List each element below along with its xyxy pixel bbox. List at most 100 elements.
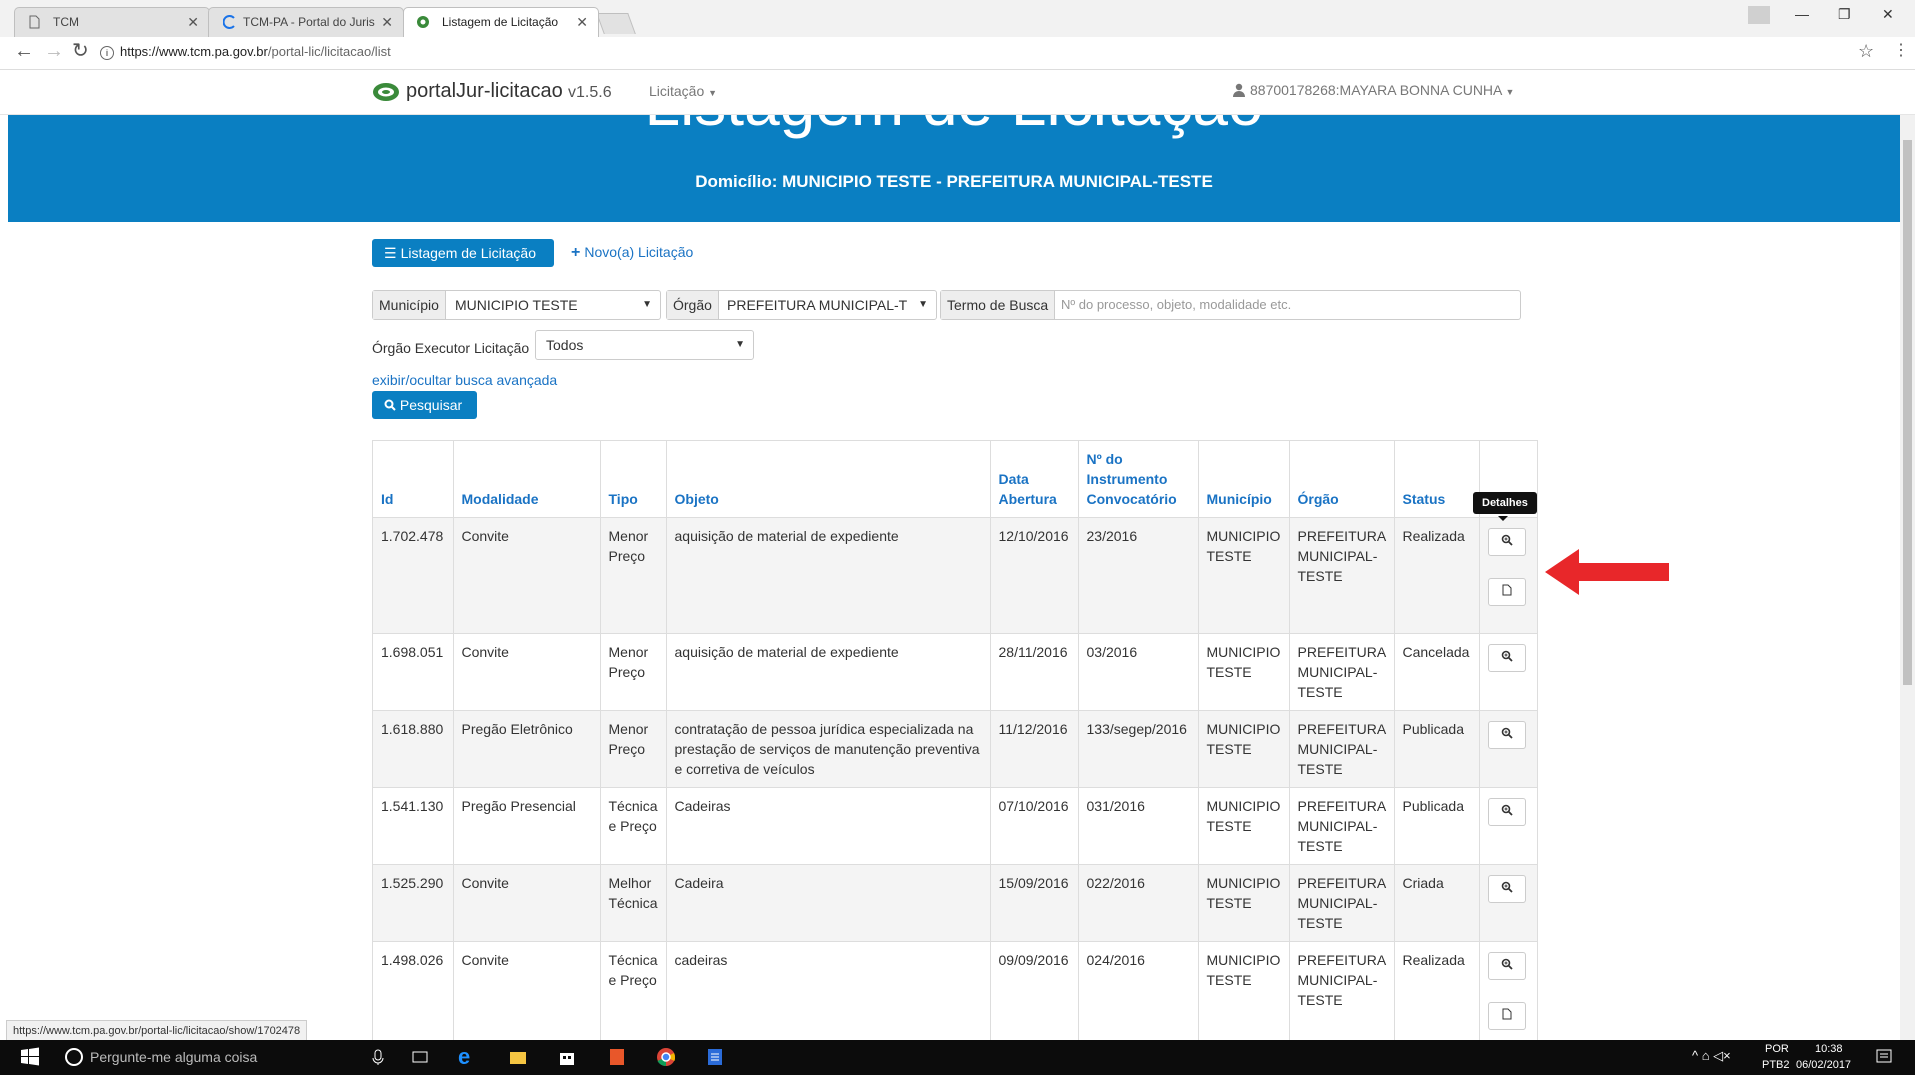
- red-arrow-icon: [1545, 549, 1669, 595]
- restore-icon[interactable]: ❐: [1838, 6, 1851, 23]
- close-tab-icon[interactable]: ✕: [576, 8, 588, 36]
- header-data-abertura[interactable]: Data Abertura: [990, 441, 1079, 518]
- close-tab-icon[interactable]: ✕: [381, 8, 393, 36]
- user-icon: [1233, 83, 1245, 97]
- action-center-icon[interactable]: [1874, 1047, 1894, 1067]
- orgao-select[interactable]: Órgão PREFEITURA MUNICIPAL-TE ▼: [666, 290, 937, 320]
- page-title: Listagem de Licitação: [8, 114, 1900, 140]
- system-tray-icons[interactable]: ^ ⌂ ◁×: [1692, 1048, 1731, 1064]
- header-id[interactable]: Id: [373, 441, 454, 518]
- cell-objeto: contratação de pessoa jurídica especiali…: [666, 710, 991, 788]
- page-scrollbar[interactable]: [1900, 70, 1915, 1040]
- document-button[interactable]: [1487, 1002, 1526, 1030]
- new-tab-button[interactable]: [596, 13, 636, 34]
- details-button[interactable]: [1487, 798, 1526, 826]
- details-button[interactable]: [1487, 644, 1526, 672]
- header-status[interactable]: Status: [1394, 441, 1480, 518]
- language-primary[interactable]: POR: [1765, 1043, 1789, 1055]
- clock-time[interactable]: 10:38: [1815, 1043, 1843, 1055]
- windows-start-icon[interactable]: [20, 1047, 40, 1067]
- browser-toolbar: ← → ↻ i https://www.tcm.pa.gov.br/portal-…: [0, 37, 1915, 70]
- office-icon[interactable]: [607, 1047, 627, 1067]
- header-orgao[interactable]: Órgão: [1289, 441, 1395, 518]
- executor-select[interactable]: Todos ▼: [535, 330, 754, 360]
- scrollbar-thumb[interactable]: [1903, 140, 1912, 685]
- cell-data: 28/11/2016: [990, 633, 1079, 711]
- user-name: 88700178268:MAYARA BONNA CUNHA: [1250, 82, 1502, 98]
- termo-busca-placeholder[interactable]: Nº do processo, objeto, modalidade etc.: [1061, 291, 1291, 319]
- municipio-value: MUNICIPIO TESTE: [455, 297, 578, 313]
- bookmark-star-icon[interactable]: ☆: [1858, 41, 1874, 61]
- reload-icon[interactable]: ↻: [72, 41, 89, 61]
- forward-icon[interactable]: →: [44, 41, 64, 61]
- chrome-icon[interactable]: [656, 1047, 676, 1067]
- executor-label: Órgão Executor Licitação: [372, 340, 530, 356]
- list-licitacao-button[interactable]: ☰ Listagem de Licitação: [372, 239, 554, 267]
- cell-id: 1.618.880: [373, 710, 454, 788]
- cell-tipo: Técnica e Preço: [600, 941, 667, 1041]
- task-view-icon[interactable]: [410, 1047, 430, 1067]
- header-num-line3: Convocatório: [1086, 491, 1177, 507]
- header-municipio[interactable]: Município: [1198, 441, 1290, 518]
- cell-objeto: aquisição de material de expediente: [666, 633, 991, 711]
- clock-date[interactable]: 06/02/2017: [1796, 1059, 1851, 1071]
- cell-municipio: MUNICIPIO TESTE: [1198, 710, 1290, 788]
- details-button[interactable]: [1487, 875, 1526, 903]
- brand-name[interactable]: portalJur-licitacao: [406, 80, 563, 103]
- details-button[interactable]: [1487, 528, 1526, 556]
- close-window-icon[interactable]: ✕: [1882, 6, 1894, 23]
- cell-status: Realizada: [1394, 517, 1480, 634]
- table-row: 1.541.130 Pregão Presencial Técnica e Pr…: [373, 787, 1537, 865]
- browser-tab-listagem[interactable]: Listagem de Licitação ✕: [403, 7, 599, 37]
- cell-data: 15/09/2016: [990, 864, 1079, 942]
- caret-down-icon: ▼: [642, 299, 652, 310]
- termo-busca-label: Termo de Busca: [941, 291, 1056, 319]
- microphone-icon[interactable]: [368, 1047, 388, 1067]
- cell-tipo: Menor Preço: [600, 710, 667, 788]
- cell-tipo: Menor Preço: [600, 517, 667, 634]
- cell-id: 1.541.130: [373, 787, 454, 865]
- browser-tab-portal[interactable]: TCM-PA - Portal do Juris ✕: [208, 7, 404, 37]
- document-button[interactable]: [1487, 578, 1526, 606]
- store-icon[interactable]: [557, 1047, 577, 1067]
- licitacao-table: Id Modalidade Tipo Objeto Data Abertura N…: [372, 440, 1538, 1041]
- minimize-icon[interactable]: —: [1795, 6, 1809, 22]
- cell-actions: [1479, 864, 1537, 942]
- header-objeto[interactable]: Objeto: [666, 441, 991, 518]
- edge-icon[interactable]: e: [458, 1046, 478, 1068]
- header-modalidade[interactable]: Modalidade: [453, 441, 601, 518]
- cell-actions: [1479, 633, 1537, 711]
- search-button[interactable]: Pesquisar: [372, 391, 477, 419]
- taskbar-search-input[interactable]: Pergunte-me alguma coisa: [90, 1049, 257, 1065]
- cortana-icon[interactable]: [64, 1047, 84, 1067]
- header-numero-instrumento[interactable]: Nº do Instrumento Convocatório: [1078, 441, 1199, 518]
- browser-tab-tcm[interactable]: TCM ✕: [14, 7, 210, 37]
- user-menu[interactable]: 88700178268:MAYARA BONNA CUNHA ▼: [1232, 82, 1514, 98]
- word-document-icon[interactable]: [705, 1047, 725, 1067]
- info-icon[interactable]: i: [100, 46, 114, 60]
- cell-municipio: MUNICIPIO TESTE: [1198, 787, 1290, 865]
- municipio-select[interactable]: Município MUNICIPIO TESTE ▼: [372, 290, 661, 320]
- header-tipo[interactable]: Tipo: [600, 441, 667, 518]
- close-tab-icon[interactable]: ✕: [187, 8, 199, 36]
- termo-busca-field[interactable]: Termo de Busca Nº do processo, objeto, m…: [940, 290, 1521, 320]
- details-button[interactable]: [1487, 952, 1526, 980]
- file-explorer-icon[interactable]: [508, 1047, 528, 1067]
- details-button[interactable]: [1487, 721, 1526, 749]
- cell-id: 1.498.026: [373, 941, 454, 1041]
- orgao-label: Órgão: [667, 291, 719, 319]
- back-icon[interactable]: ←: [14, 41, 34, 61]
- loading-icon: [223, 15, 235, 29]
- tooltip-pointer: [1498, 516, 1508, 521]
- advanced-search-link[interactable]: exibir/ocultar busca avançada: [372, 372, 557, 388]
- licitacao-menu[interactable]: Licitação ▼: [649, 83, 717, 99]
- new-licitacao-link[interactable]: + Novo(a) Licitação: [571, 244, 693, 262]
- tab-title: TCM: [53, 15, 79, 29]
- zoom-icon: [1501, 804, 1513, 816]
- menu-icon[interactable]: ⋮: [1893, 41, 1909, 61]
- address-bar[interactable]: i https://www.tcm.pa.gov.br/portal-lic/li…: [100, 41, 1860, 63]
- language-secondary[interactable]: PTB2: [1762, 1059, 1790, 1071]
- header-num-line1: Nº do: [1086, 451, 1123, 467]
- profile-icon[interactable]: [1748, 6, 1770, 24]
- site-navbar: portalJur-licitacao v1.5.6 Licitação ▼ 8…: [0, 70, 1915, 115]
